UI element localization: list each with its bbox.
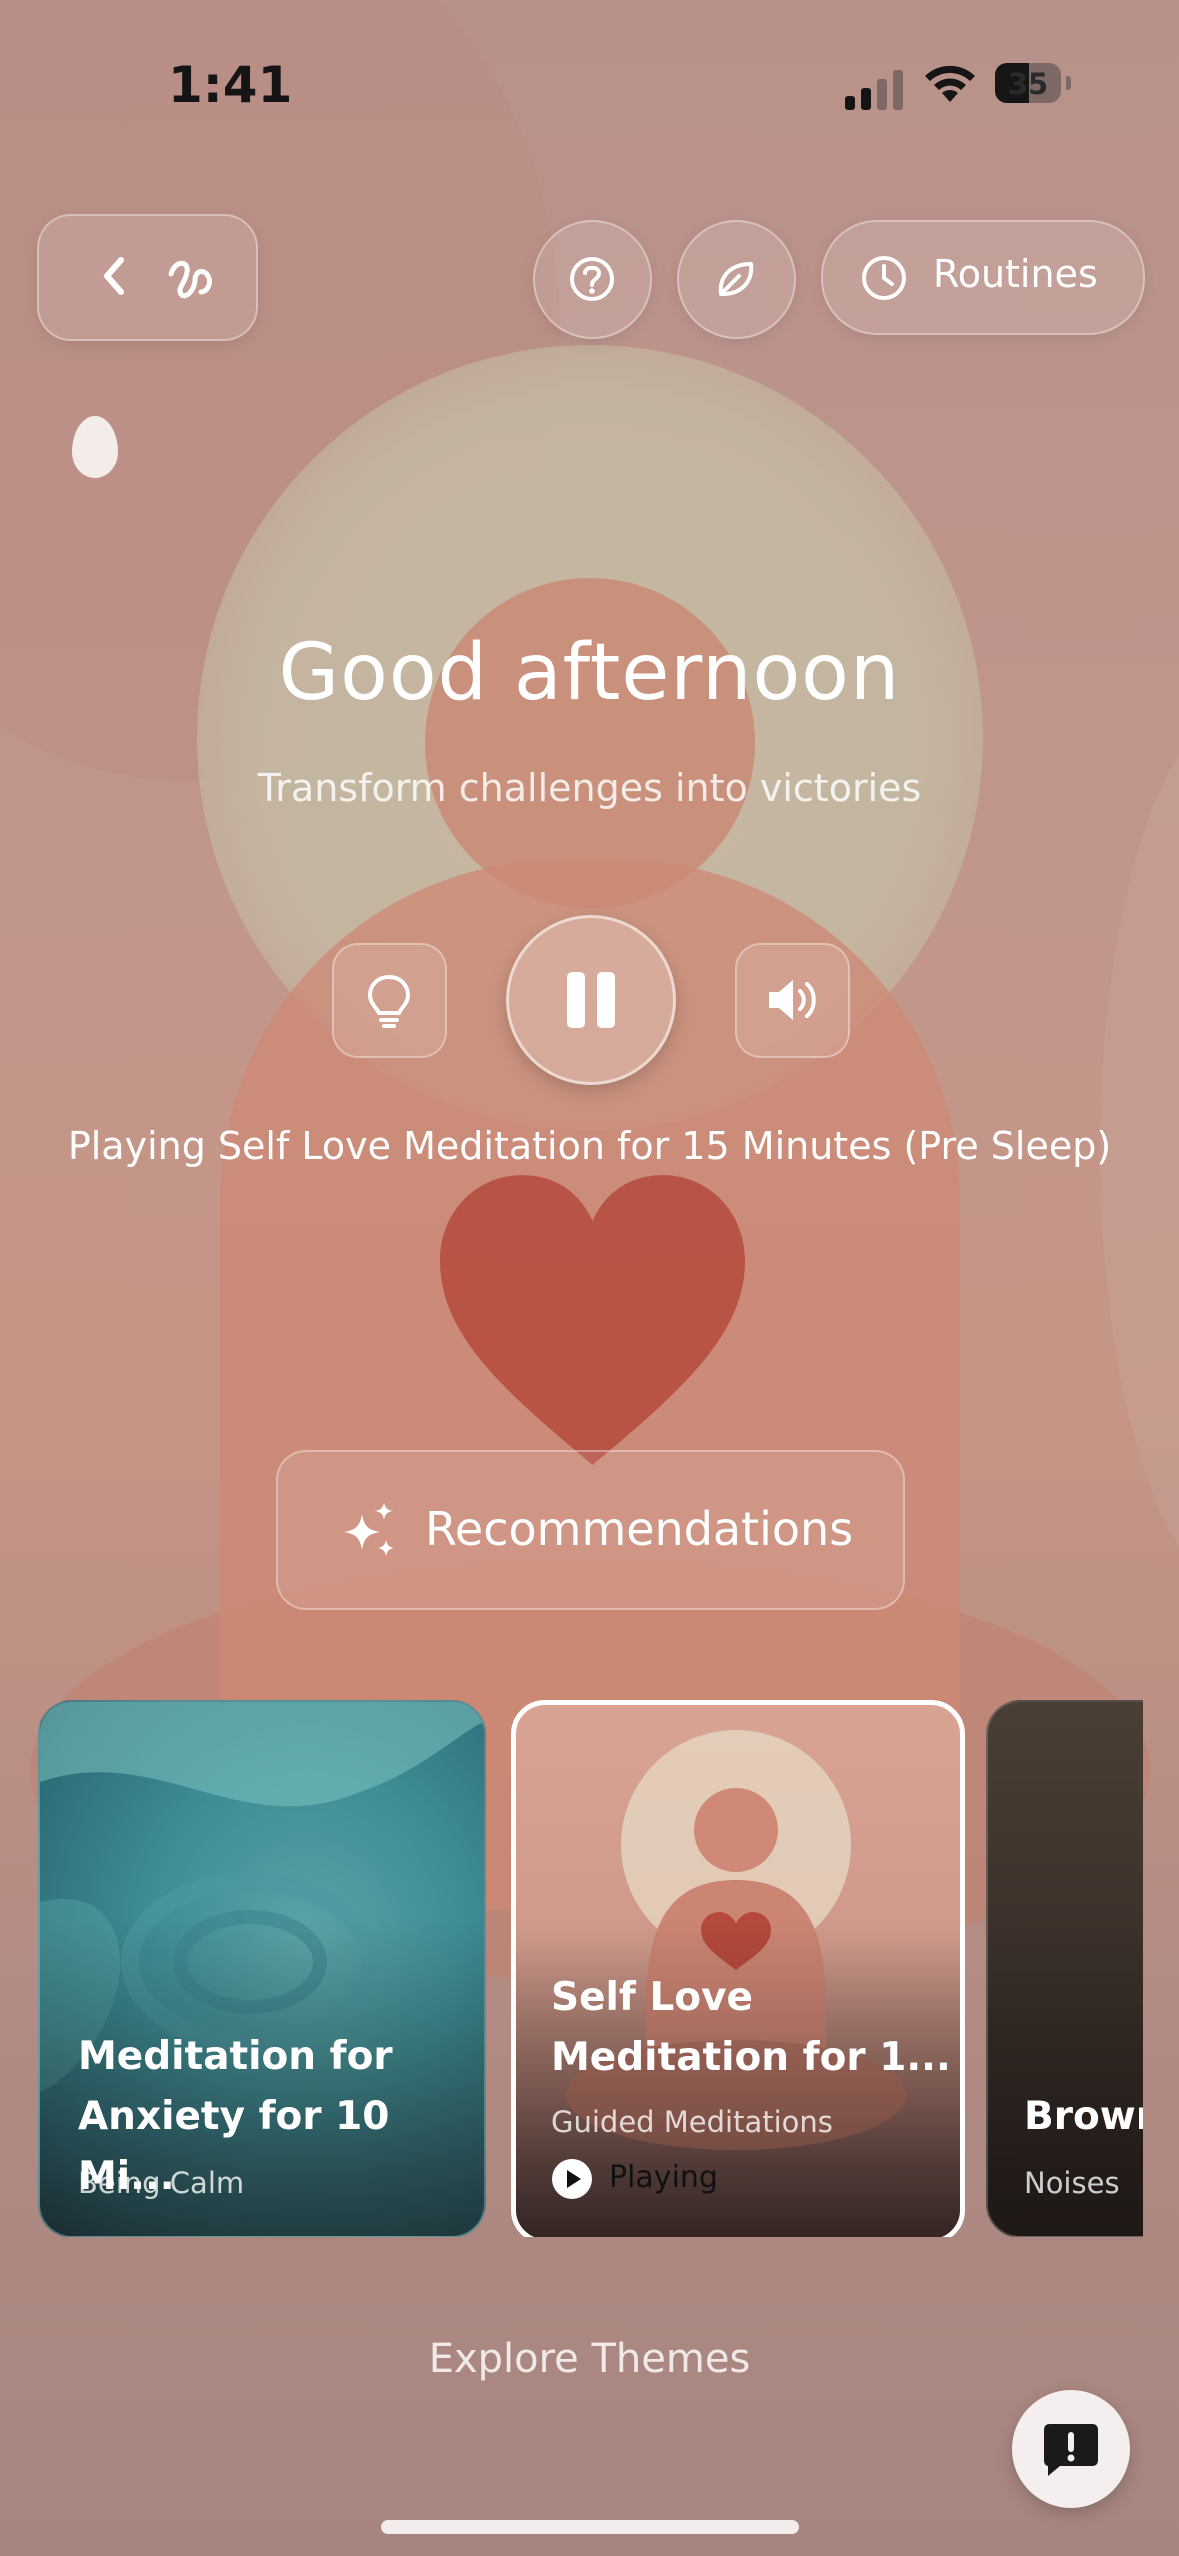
feedback-button[interactable] bbox=[1012, 2390, 1130, 2508]
home-indicator[interactable] bbox=[381, 2520, 799, 2534]
heart-illustration bbox=[440, 1175, 745, 1465]
play-circle-icon bbox=[552, 2159, 592, 2199]
battery-icon: 35 bbox=[995, 63, 1061, 103]
session-card[interactable]: Meditation for Anxiety for 10 Mi... Bein… bbox=[38, 1700, 486, 2237]
pause-icon-bar bbox=[597, 972, 615, 1028]
lightbulb-icon bbox=[367, 974, 411, 1028]
hint-button[interactable] bbox=[332, 943, 447, 1058]
question-circle-icon bbox=[570, 257, 614, 301]
squiggle-logo-icon bbox=[168, 260, 212, 299]
playing-label: Playing bbox=[609, 2160, 718, 2195]
recommendations-button[interactable]: Recommendations bbox=[276, 1450, 905, 1610]
recommendations-label: Recommendations bbox=[425, 1502, 854, 1556]
battery-tip bbox=[1066, 76, 1071, 90]
theme-button[interactable] bbox=[677, 220, 796, 339]
status-bar: 1:41 35 bbox=[0, 0, 1179, 150]
routines-label: Routines bbox=[933, 252, 1098, 296]
pause-button[interactable] bbox=[506, 915, 676, 1085]
cellular-signal-icon bbox=[845, 70, 903, 110]
speaker-icon bbox=[769, 980, 816, 1020]
card-category: Being Calm bbox=[78, 2166, 245, 2200]
card-category: Noises bbox=[1024, 2166, 1120, 2200]
chevron-left-icon bbox=[104, 257, 124, 295]
card-category: Guided Meditations bbox=[551, 2105, 833, 2139]
greeting-title: Good afternoon bbox=[278, 628, 901, 718]
card-title-line2: Meditation for 1... bbox=[551, 2035, 951, 2080]
greeting-subtitle: Transform challenges into victories bbox=[257, 766, 922, 810]
egg-icon[interactable] bbox=[72, 416, 118, 478]
status-time: 1:41 bbox=[168, 56, 293, 114]
session-card-active[interactable]: Self Love Meditation for 1... Guided Med… bbox=[511, 1700, 965, 2237]
card-title: Brown bbox=[1024, 2094, 1143, 2139]
battery-level: 35 bbox=[1007, 67, 1049, 101]
card-title: Self Love bbox=[551, 1975, 753, 2020]
sparkles-icon bbox=[344, 1502, 394, 1556]
session-carousel[interactable]: Meditation for Anxiety for 10 Mi... Bein… bbox=[0, 1697, 1143, 2237]
explore-themes-link[interactable]: Explore Themes bbox=[0, 2336, 1179, 2382]
wifi-icon bbox=[925, 65, 975, 102]
routines-button[interactable]: Routines bbox=[821, 220, 1145, 335]
now-playing-text: Playing Self Love Meditation for 15 Minu… bbox=[67, 1124, 1112, 1168]
help-button[interactable] bbox=[533, 220, 652, 339]
pause-icon bbox=[567, 972, 585, 1028]
card-title: Meditation for bbox=[78, 2034, 393, 2079]
leaf-icon bbox=[718, 262, 754, 296]
back-button[interactable] bbox=[37, 214, 258, 341]
clock-icon bbox=[862, 256, 906, 300]
volume-button[interactable] bbox=[735, 943, 850, 1058]
exclamation-chat-icon bbox=[1044, 2424, 1098, 2476]
session-card[interactable]: Brown Noises bbox=[986, 1700, 1143, 2237]
